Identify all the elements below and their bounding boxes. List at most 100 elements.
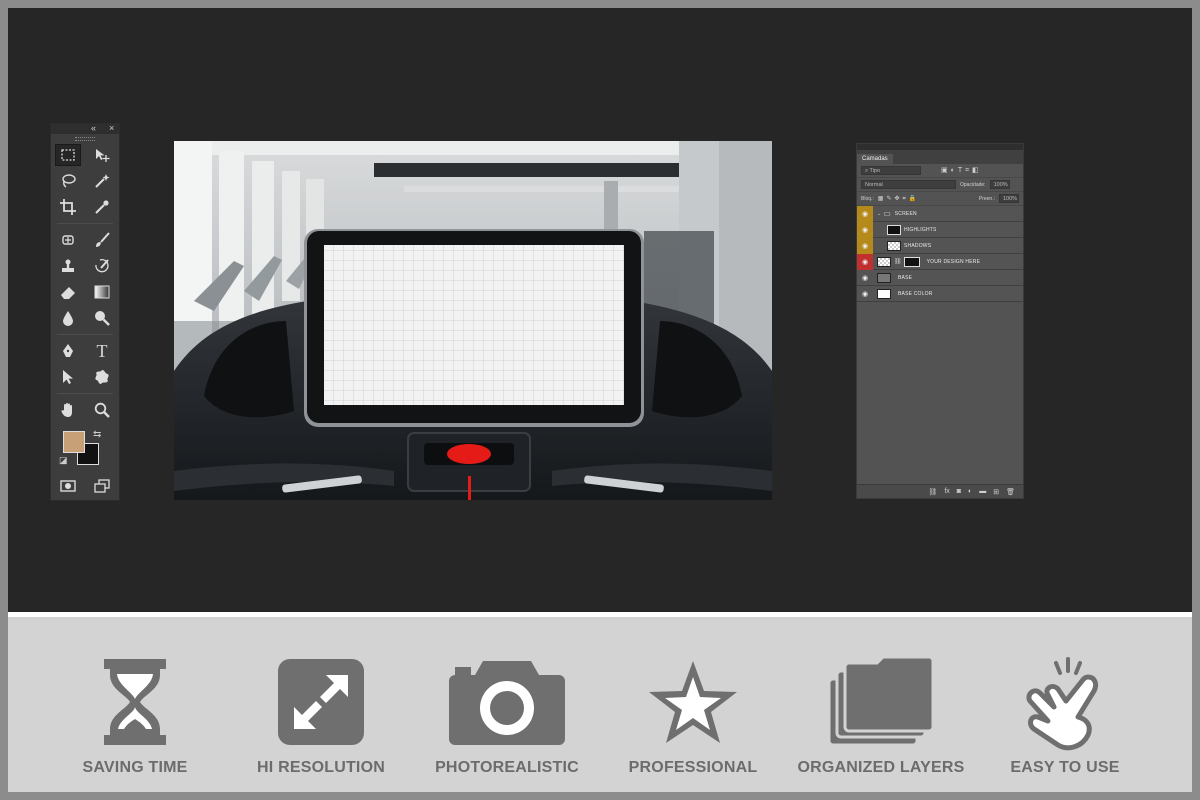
blur-icon[interactable] [55, 307, 81, 329]
layers-panel-footer: ⛓ fx ◙ ◐ ▬ ⊞ 🗑 [857, 484, 1023, 498]
layer-filter-label: Tipo [869, 168, 881, 174]
eyedropper-icon[interactable] [89, 196, 115, 218]
feature-label: EASY TO USE [1010, 759, 1120, 776]
tool-palette: « × T ⇆ ◪ [50, 123, 120, 501]
layer-row[interactable]: ◉ ⛓ YOUR DESIGN HERE [857, 253, 1023, 270]
chevron-down-icon[interactable]: ⌄ [877, 211, 881, 217]
history-brush-icon[interactable] [89, 255, 115, 277]
lock-label: Bloq.: [861, 195, 874, 202]
new-layer-icon[interactable]: ⊞ [993, 488, 999, 496]
layer-name: HIGHLIGHTS [904, 226, 937, 233]
tab-layers[interactable]: Camadas [857, 154, 893, 164]
feature-organized-layers: ORGANIZED LAYERS [786, 657, 976, 777]
gradient-icon[interactable] [89, 281, 115, 303]
hand-pointer-icon [1026, 657, 1099, 751]
tool-separator [57, 393, 113, 394]
swap-colors-icon[interactable]: ⇆ [93, 429, 101, 440]
layer-name: YOUR DESIGN HERE [926, 258, 981, 265]
blend-mode-select[interactable]: Normal [861, 180, 956, 189]
layer-thumbnail [887, 224, 901, 235]
hourglass-icon [104, 659, 166, 745]
layer-thumbnail [877, 288, 891, 299]
link-icon: ⛓ [894, 259, 902, 265]
filter-icons[interactable]: ▣◐T⌗◧ [941, 166, 982, 175]
crop-icon[interactable] [55, 196, 81, 218]
hand-icon[interactable] [55, 399, 81, 421]
adjustment-icon[interactable]: ◐ [968, 488, 972, 495]
layer-list: ◉ ⌄ ▭ SCREEN ◉ HIGHLIGHTS ◉ SHADOWS ◉ ⛓ … [857, 205, 1023, 302]
trash-icon[interactable]: 🗑 [1006, 488, 1015, 496]
fill-input[interactable]: 100% [999, 194, 1019, 203]
expand-icon [278, 659, 364, 745]
clone-stamp-icon[interactable] [55, 255, 81, 277]
type-icon[interactable]: T [89, 340, 115, 362]
opacity-label: Opacidade: [960, 181, 986, 188]
smart-object-thumbnail [877, 256, 891, 267]
layer-row[interactable]: ◉ BASE [857, 270, 1023, 286]
visibility-eye-icon[interactable]: ◉ [857, 253, 873, 270]
visibility-eye-icon[interactable]: ◉ [857, 270, 873, 286]
lasso-icon[interactable] [55, 170, 81, 192]
layer-thumbnail [877, 272, 891, 283]
visibility-eye-icon[interactable]: ◉ [857, 237, 873, 254]
brush-icon[interactable] [89, 229, 115, 251]
path-selection-icon[interactable] [55, 366, 81, 388]
quick-mask-icon[interactable] [55, 475, 81, 497]
tool-palette-header[interactable]: « × [51, 123, 119, 134]
visibility-eye-icon[interactable]: ◉ [857, 286, 873, 302]
layer-thumbnail [887, 240, 901, 251]
dodge-icon[interactable] [89, 307, 115, 329]
screen-mode-icon[interactable] [89, 475, 115, 497]
layers-panel: Camadas ⌕ Tipo ▣◐T⌗◧ Normal Opacidade: 1… [856, 143, 1024, 499]
feature-label: SAVING TIME [82, 759, 188, 776]
feature-label: PHOTOREALISTIC [435, 759, 579, 776]
feature-label: HI RESOLUTION [257, 759, 385, 776]
feature-easy-to-use: EASY TO USE [970, 657, 1160, 777]
folder-icon[interactable]: ▬ [979, 488, 986, 495]
feature-photorealistic: PHOTOREALISTIC [412, 657, 602, 777]
rectangular-marquee-icon[interactable] [55, 144, 81, 166]
layer-name: SCREEN [894, 210, 917, 217]
star-icon [649, 661, 737, 743]
mask-icon[interactable]: ◙ [957, 488, 961, 495]
layer-filter-select[interactable]: ⌕ Tipo [861, 166, 921, 175]
mockup-frame: « × T ⇆ ◪ Camadas ⌕ Tipo ▣◐T⌗◧ Normal Op… [0, 0, 1200, 800]
visibility-eye-icon[interactable]: ◉ [857, 205, 873, 222]
feature-saving-time: SAVING TIME [40, 657, 230, 777]
custom-shape-icon[interactable] [89, 366, 115, 388]
default-colors-icon[interactable]: ◪ [59, 455, 68, 466]
treadmill-mockup-photo [174, 141, 772, 500]
foreground-color-swatch[interactable] [63, 431, 85, 453]
layer-row[interactable]: ◉ BASE COLOR [857, 286, 1023, 302]
folder-icon: ▭ [883, 209, 891, 218]
close-icon[interactable]: × [109, 123, 114, 134]
color-swatches: ⇆ ◪ [51, 425, 119, 471]
link-icon[interactable]: ⛓ [928, 488, 937, 496]
blend-row: Normal Opacidade: 100% [857, 178, 1023, 192]
zoom-icon[interactable] [89, 399, 115, 421]
layer-mask-thumbnail [903, 256, 920, 267]
layer-name: SHADOWS [904, 242, 932, 249]
visibility-eye-icon[interactable]: ◉ [857, 221, 873, 238]
feature-hi-resolution: HI RESOLUTION [226, 657, 416, 777]
magic-wand-icon[interactable] [89, 170, 115, 192]
camera-icon [449, 661, 565, 745]
layer-row[interactable]: ◉ SHADOWS [857, 237, 1023, 254]
spot-healing-icon[interactable] [55, 229, 81, 251]
feature-strip: SAVING TIME HI RESOLUTION PHOTOREALISTIC… [8, 617, 1192, 792]
move-icon[interactable] [89, 144, 115, 166]
photoshop-workspace: « × T ⇆ ◪ Camadas ⌕ Tipo ▣◐T⌗◧ Normal Op… [8, 8, 1192, 612]
pen-icon[interactable] [55, 340, 81, 362]
lock-icons[interactable]: ▦✎✥⌗🔒 [878, 195, 920, 203]
layer-name: BASE COLOR [898, 290, 933, 297]
tool-separator [57, 223, 113, 224]
fx-icon[interactable]: fx [944, 488, 949, 495]
eraser-icon[interactable] [55, 281, 81, 303]
collapse-icon[interactable]: « [91, 123, 96, 134]
feature-label: ORGANIZED LAYERS [797, 759, 965, 776]
tool-separator [57, 334, 113, 335]
layer-row[interactable]: ◉ HIGHLIGHTS [857, 221, 1023, 238]
palette-grip[interactable] [51, 134, 119, 142]
opacity-input[interactable]: 100% [989, 180, 1010, 189]
layer-row[interactable]: ◉ ⌄ ▭ SCREEN [857, 205, 1023, 222]
